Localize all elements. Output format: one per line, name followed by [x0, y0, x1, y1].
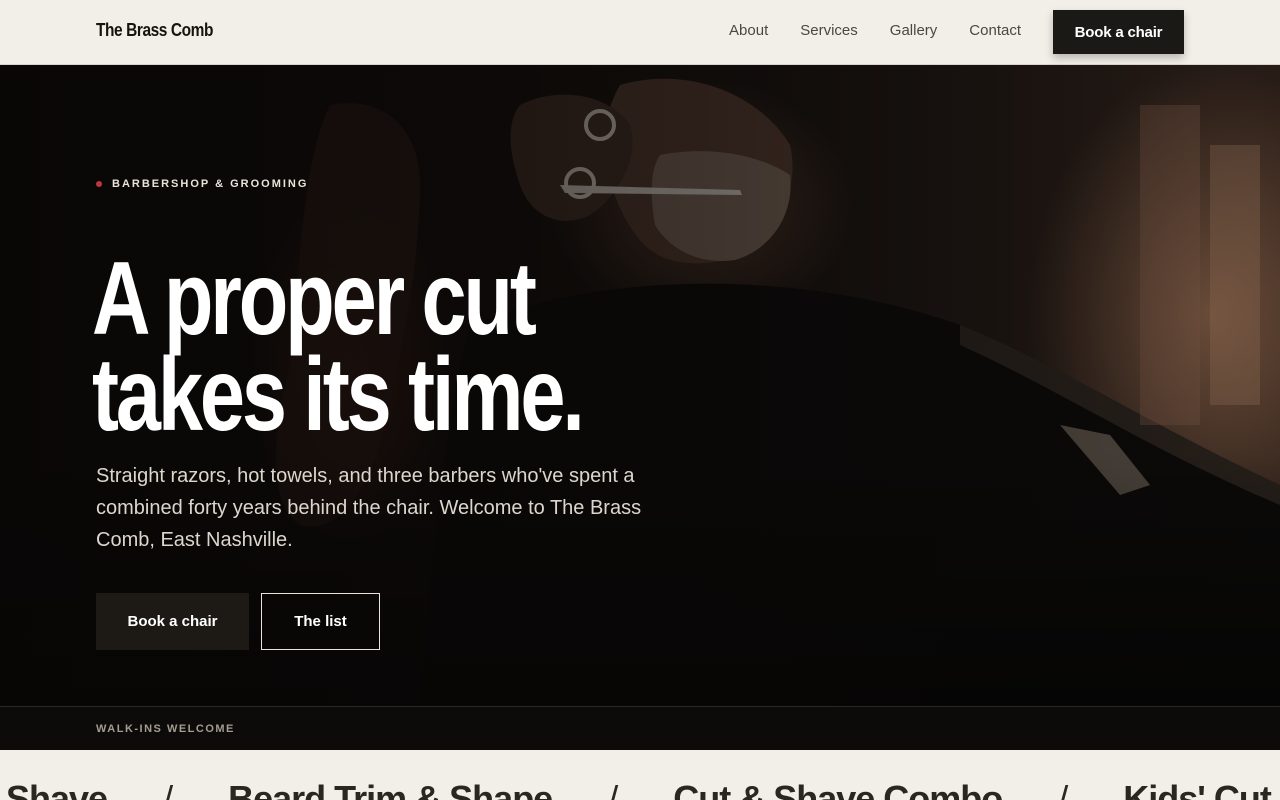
marquee-track: Shave / Beard Trim & Shape / Cut & Shave…: [6, 778, 1280, 800]
walk-ins-label: WALK-INS WELCOME: [96, 723, 235, 735]
nav-link-contact[interactable]: Contact: [969, 22, 1021, 39]
hero-cta-row: Book a chair The list: [96, 593, 380, 650]
hero-eyebrow: BARBERSHOP & GROOMING: [96, 178, 308, 190]
accent-dot-icon: [96, 181, 102, 187]
marquee-item: Kids' Cut (12 & under): [1123, 778, 1280, 800]
marquee-separator: /: [608, 778, 618, 800]
the-list-button[interactable]: The list: [261, 593, 380, 650]
marquee-item: Cut & Shave Combo: [673, 778, 1003, 800]
nav-book-button[interactable]: Book a chair: [1053, 10, 1184, 54]
walk-ins-strip: WALK-INS WELCOME: [0, 706, 1280, 750]
nav-link-about[interactable]: About: [729, 22, 768, 39]
marquee-item: Shave: [6, 778, 108, 800]
nav-links: About Services Gallery Contact: [729, 22, 1021, 39]
hero-subtext: Straight razors, hot towels, and three b…: [96, 465, 642, 551]
marquee-item: Beard Trim & Shape: [228, 778, 553, 800]
book-chair-button[interactable]: Book a chair: [96, 593, 249, 650]
headline-line-2: takes its time.: [92, 337, 585, 453]
marquee-separator: /: [163, 778, 173, 800]
headline-line-1: A proper cut: [92, 241, 537, 357]
marquee-separator: /: [1058, 778, 1068, 800]
services-marquee: Shave / Beard Trim & Shape / Cut & Shave…: [0, 750, 1280, 800]
top-nav: The Brass Comb About Services Gallery Co…: [0, 0, 1280, 65]
nav-link-gallery[interactable]: Gallery: [890, 22, 938, 39]
hero-section: BARBERSHOP & GROOMING A proper cut takes…: [0, 65, 1280, 707]
nav-link-services[interactable]: Services: [800, 22, 858, 39]
eyebrow-label: BARBERSHOP & GROOMING: [112, 178, 309, 190]
hero-headline: A proper cut takes its time.: [92, 241, 638, 453]
brand-logo[interactable]: The Brass Comb: [96, 20, 213, 41]
